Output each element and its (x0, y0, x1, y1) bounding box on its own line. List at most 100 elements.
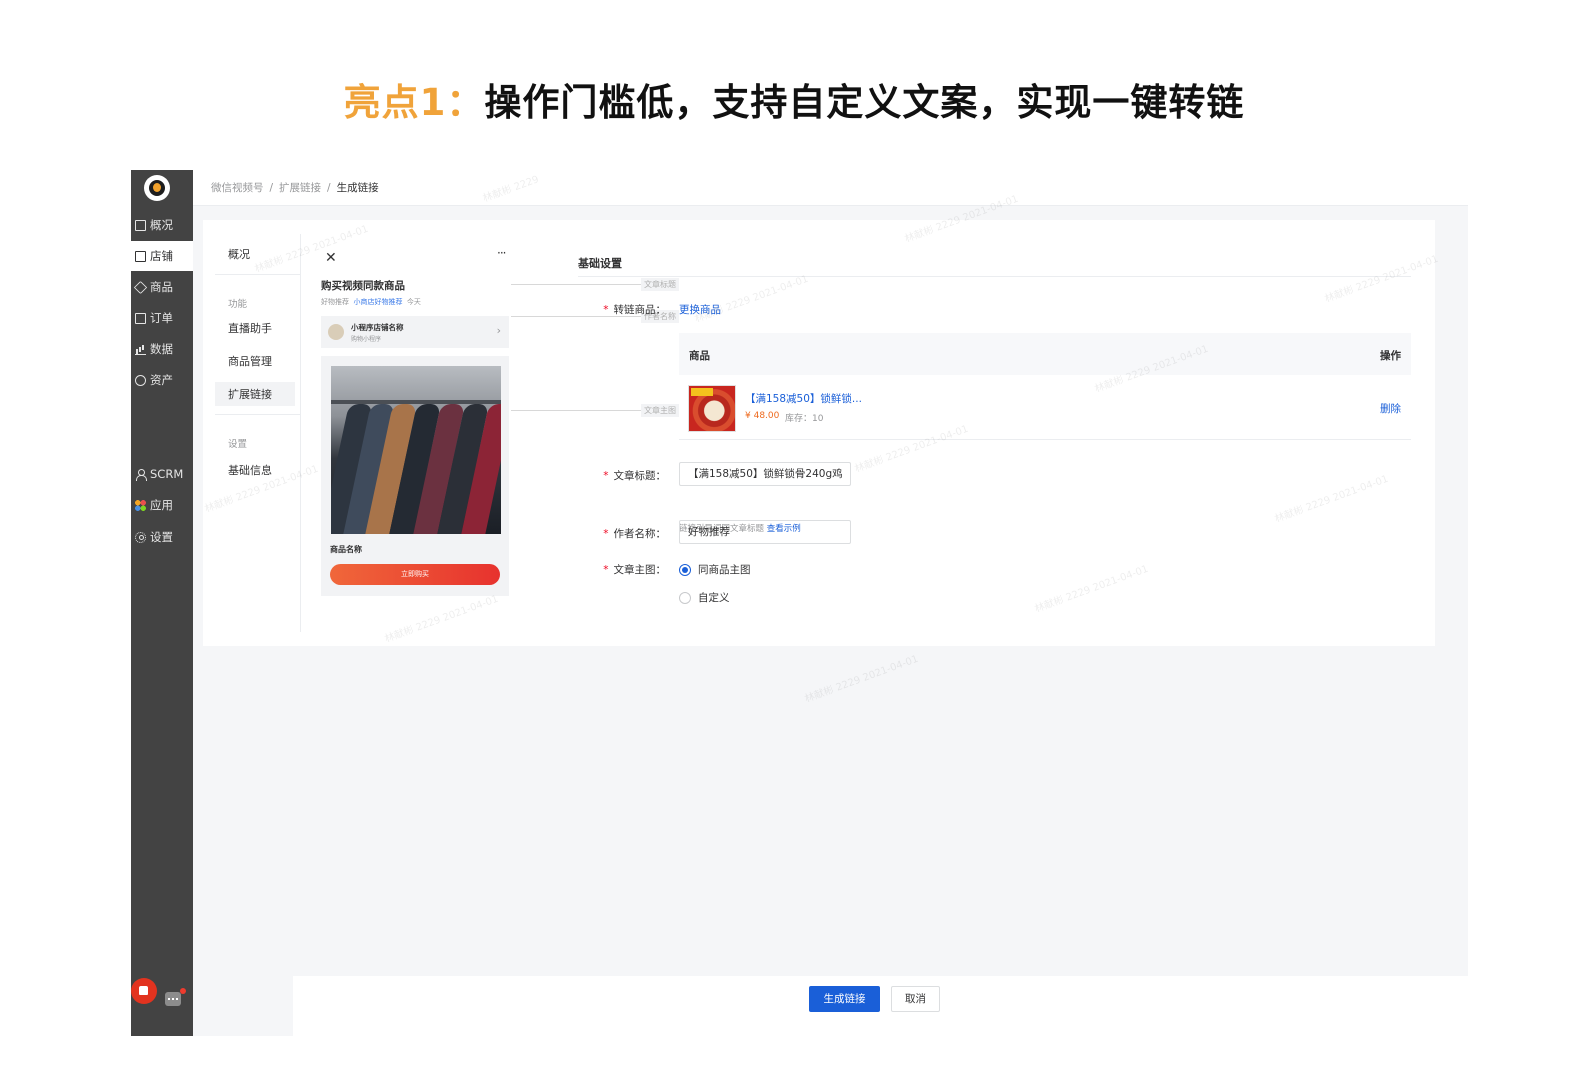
close-icon[interactable]: ✕ (325, 250, 337, 266)
thumbs-up-icon[interactable] (131, 978, 157, 1004)
breadcrumb-separator: / (327, 181, 331, 194)
app-logo[interactable] (144, 175, 170, 201)
generate-link-button[interactable]: 生成链接 (809, 986, 880, 1012)
breadcrumb-separator: / (269, 181, 274, 194)
divider (215, 414, 301, 415)
divider (215, 274, 301, 275)
subnav-item-live[interactable]: 直播助手 (215, 316, 295, 340)
sidebar-item-label: SCRM (150, 467, 184, 481)
preview-goods-card: 商品名称 立即购买 (321, 356, 509, 596)
author-name-input[interactable]: 好物推荐 (679, 520, 851, 544)
sidebar-item-data[interactable]: 数据 (131, 334, 193, 364)
column-header-goods: 商品 (689, 350, 710, 362)
radio-unchecked-icon (679, 591, 691, 604)
image-label: * 文章主图： (603, 564, 666, 576)
content-card: 概况 功能 直播助手 商品管理 扩展链接 设置 基础信息 ✕ ··· 购买视频同… (203, 220, 1435, 646)
notification-dot (180, 988, 186, 994)
monitor-icon (135, 219, 146, 231)
product-price: ¥ 48.00 (745, 411, 780, 421)
sidebar-item-store[interactable]: 店铺 (131, 241, 193, 271)
store-avatar (328, 324, 344, 340)
preview-author: 好物推荐 (321, 298, 349, 306)
sidebar-item-label: 商品 (150, 280, 173, 294)
tag-icon (133, 280, 148, 294)
chevron-right-icon: › (496, 324, 501, 337)
sidebar-item-orders[interactable]: 订单 (131, 303, 193, 333)
preview-store-name: 小程序店铺名称 (351, 323, 404, 332)
sidebar-item-label: 数据 (150, 342, 173, 356)
sidebar-item-goods[interactable]: 商品 (131, 272, 193, 302)
main-sidebar: 概况 店铺 商品 订单 数据 资产 SCRM 应用 设置 (131, 170, 193, 1036)
radio-custom-image[interactable]: 自定义 (679, 590, 730, 605)
subnav-item-extend[interactable]: 扩展链接 (215, 382, 295, 406)
radio-same-image[interactable]: 同商品主图 (679, 562, 751, 577)
preview-time: 今天 (406, 298, 421, 306)
product-name-link[interactable]: 【满158减50】锁鲜锁... (745, 391, 862, 406)
sidebar-item-settings[interactable]: 设置 (131, 522, 193, 552)
headline-accent: 亮点1： (343, 81, 485, 124)
section-title: 基础设置 (578, 257, 622, 270)
breadcrumb-item[interactable]: 微信视频号 (211, 180, 264, 195)
subnav-item-basic[interactable]: 基础信息 (215, 458, 295, 482)
callout-label-title: 文章标题 (641, 278, 679, 291)
subnav-group-label: 设置 (228, 439, 248, 450)
delete-product-link[interactable]: 删除 (1380, 401, 1401, 416)
sidebar-item-label: 资产 (150, 373, 173, 387)
article-title-input[interactable]: 【满158减50】锁鲜锁骨240g鸡 (679, 462, 851, 486)
sidebar-item-label: 应用 (150, 498, 173, 512)
sidebar-item-overview[interactable]: 概况 (131, 210, 193, 240)
table-row: 【满158减50】锁鲜锁... ¥ 48.00 库存：10 删除 (679, 376, 1411, 440)
radio-label: 自定义 (698, 592, 730, 604)
order-icon (135, 312, 146, 324)
cancel-button[interactable]: 取消 (891, 986, 940, 1012)
page-headline: 亮点1：操作门槛低，支持自定义文案，实现一键转链 (0, 72, 1588, 126)
preview-main-image (331, 366, 501, 534)
sidebar-item-apps[interactable]: 应用 (131, 490, 193, 520)
table-header: 商品 操作 (679, 333, 1411, 375)
preview-title: 购买视频同款商品 (321, 280, 405, 292)
gear-icon (135, 531, 146, 543)
title-label: * 文章标题： (603, 470, 666, 482)
more-icon[interactable]: ··· (497, 246, 507, 260)
chart-icon (135, 344, 146, 355)
product-stock: 库存：10 (785, 414, 824, 424)
sidebar-item-assets[interactable]: 资产 (131, 365, 193, 395)
headline-main: 操作门槛低，支持自定义文案，实现一键转链 (484, 81, 1245, 124)
callout-line (511, 410, 641, 411)
sidebar-item-label: 设置 (150, 530, 173, 544)
person-icon (135, 468, 147, 481)
change-product-link[interactable]: 更换商品 (679, 302, 721, 317)
breadcrumb-current: 生成链接 (336, 182, 379, 194)
sidebar-item-label: 订单 (150, 311, 173, 325)
preview-goods-name: 商品名称 (330, 545, 362, 554)
radio-label: 同商品主图 (698, 564, 751, 576)
callout-label-image: 文章主图 (641, 404, 679, 417)
subnav-group-label: 功能 (228, 299, 248, 310)
yuan-icon (135, 374, 146, 386)
product-label: * 转链商品： (603, 304, 666, 316)
preview-store-card: 小程序店铺名称 购物小程序 › (321, 316, 509, 348)
chat-icon[interactable] (165, 992, 181, 1006)
breadcrumb-item[interactable]: 扩展链接 (279, 180, 321, 195)
sidebar-item-label: 店铺 (150, 249, 173, 263)
app-window: 概况 店铺 商品 订单 数据 资产 SCRM 应用 设置 微信视频号 / 扩展链… (131, 170, 1468, 1036)
breadcrumb: 微信视频号 / 扩展链接 / 生成链接 (193, 170, 1468, 206)
subnav-item-overview[interactable]: 概况 (215, 242, 295, 266)
apps-icon (135, 499, 146, 511)
subnav-item-goods[interactable]: 商品管理 (215, 349, 295, 373)
store-icon (135, 250, 146, 262)
sidebar-item-scrm[interactable]: SCRM (131, 459, 193, 489)
footer-action-bar: 生成链接 取消 (293, 976, 1468, 1036)
preview-shop: 小商店好物推荐 (353, 298, 403, 306)
callout-line (511, 284, 641, 285)
secondary-nav: 概况 功能 直播助手 商品管理 扩展链接 设置 基础信息 (215, 234, 301, 632)
radio-checked-icon (679, 563, 691, 576)
preview-store-sub: 购物小程序 (351, 336, 382, 343)
preview-meta: 好物推荐 小商店好物推荐 今天 (321, 297, 421, 307)
column-header-action: 操作 (1380, 350, 1401, 362)
author-label: * 作者名称： (603, 528, 666, 540)
divider (578, 276, 1411, 277)
preview-buy-button: 立即购买 (330, 564, 500, 585)
sidebar-item-label: 概况 (150, 218, 173, 232)
product-thumbnail (688, 385, 736, 432)
